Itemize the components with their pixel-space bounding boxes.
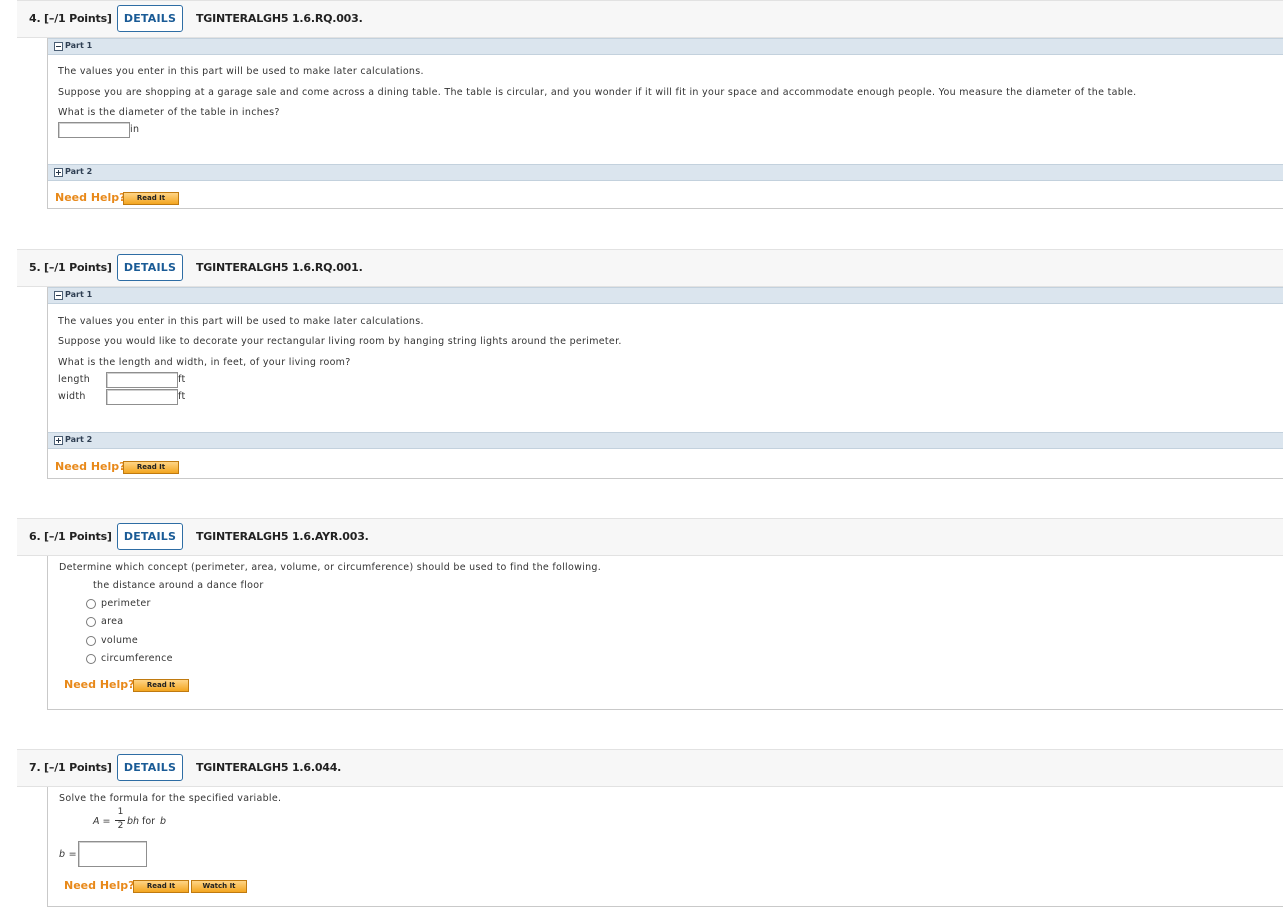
radio-button[interactable] bbox=[86, 599, 96, 609]
expand-icon[interactable] bbox=[54, 436, 63, 445]
instruction-text: The values you enter in this part will b… bbox=[58, 66, 424, 77]
question-number: 4. [–/1 Points] bbox=[29, 12, 112, 25]
question-text: What is the length and width, in feet, o… bbox=[58, 357, 351, 368]
details-button[interactable]: DETAILS bbox=[117, 254, 183, 281]
radio-button[interactable] bbox=[86, 617, 96, 627]
radio-button[interactable] bbox=[86, 636, 96, 646]
part-label: Part 2 bbox=[65, 167, 93, 176]
collapse-icon[interactable] bbox=[54, 291, 63, 300]
question-body: Determine which concept (perimeter, area… bbox=[47, 556, 1283, 710]
answer-input[interactable] bbox=[78, 841, 147, 867]
unit-label: ft bbox=[178, 374, 186, 385]
details-button[interactable]: DETAILS bbox=[117, 523, 183, 550]
read-it-button[interactable]: Read It bbox=[133, 880, 189, 893]
part-1-bar[interactable]: Part 1 bbox=[48, 287, 1283, 304]
question-code: TGINTERALGH5 1.6.RQ.001. bbox=[196, 261, 363, 274]
question-header: 6. [–/1 Points] DETAILS TGINTERALGH5 1.6… bbox=[17, 518, 1283, 556]
question-header: 4. [–/1 Points] DETAILS TGINTERALGH5 1.6… bbox=[17, 0, 1283, 38]
radio-button[interactable] bbox=[86, 654, 96, 664]
prompt-text: Solve the formula for the specified vari… bbox=[59, 793, 282, 804]
question-6: 6. [–/1 Points] DETAILS TGINTERALGH5 1.6… bbox=[17, 518, 1283, 710]
scenario-text: Suppose you would like to decorate your … bbox=[58, 336, 622, 347]
part-2-bar[interactable]: Part 2 bbox=[48, 164, 1283, 181]
question-header: 7. [–/1 Points] DETAILS TGINTERALGH5 1.6… bbox=[17, 749, 1283, 787]
question-text: What is the diameter of the table in inc… bbox=[58, 107, 280, 118]
part-1-bar[interactable]: Part 1 bbox=[48, 38, 1283, 55]
field-label-width: width bbox=[58, 391, 86, 402]
width-input[interactable] bbox=[106, 389, 178, 405]
collapse-icon[interactable] bbox=[54, 42, 63, 51]
formula-lhs: A = bbox=[93, 816, 111, 827]
question-7: 7. [–/1 Points] DETAILS TGINTERALGH5 1.6… bbox=[17, 749, 1283, 907]
scenario-text: Suppose you are shopping at a garage sal… bbox=[58, 87, 1137, 98]
question-5: 5. [–/1 Points] DETAILS TGINTERALGH5 1.6… bbox=[17, 249, 1283, 479]
read-it-button[interactable]: Read It bbox=[133, 679, 189, 692]
details-button[interactable]: DETAILS bbox=[117, 5, 183, 32]
question-body: Solve the formula for the specified vari… bbox=[47, 787, 1283, 907]
question-body: Part 1 The values you enter in this part… bbox=[47, 38, 1283, 209]
question-number: 6. [–/1 Points] bbox=[29, 530, 112, 543]
expand-icon[interactable] bbox=[54, 168, 63, 177]
need-help-label: Need Help? bbox=[55, 191, 126, 204]
read-it-button[interactable]: Read It bbox=[123, 192, 179, 205]
question-body: Part 1 The values you enter in this part… bbox=[47, 287, 1283, 479]
item-text: the distance around a dance floor bbox=[93, 580, 264, 591]
field-label-length: length bbox=[58, 374, 91, 385]
instruction-text: The values you enter in this part will b… bbox=[58, 316, 424, 327]
formula-for: for bbox=[142, 816, 156, 827]
fraction-numerator: 1 bbox=[117, 807, 124, 817]
need-help-label: Need Help? bbox=[64, 879, 135, 892]
length-input[interactable] bbox=[106, 372, 178, 388]
question-header: 5. [–/1 Points] DETAILS TGINTERALGH5 1.6… bbox=[17, 249, 1283, 287]
prompt-text: Determine which concept (perimeter, area… bbox=[59, 562, 602, 573]
question-number: 7. [–/1 Points] bbox=[29, 761, 112, 774]
formula-variable: b bbox=[160, 816, 167, 827]
need-help-label: Need Help? bbox=[55, 460, 126, 473]
diameter-input[interactable] bbox=[58, 122, 130, 138]
question-code: TGINTERALGH5 1.6.RQ.003. bbox=[196, 12, 363, 25]
read-it-button[interactable]: Read It bbox=[123, 461, 179, 474]
option-label: circumference bbox=[101, 653, 173, 664]
unit-label: in bbox=[130, 124, 140, 135]
question-4: 4. [–/1 Points] DETAILS TGINTERALGH5 1.6… bbox=[17, 0, 1283, 210]
fraction-denominator: 2 bbox=[117, 821, 124, 831]
formula-rhs: bh bbox=[127, 816, 140, 827]
answer-label: b = bbox=[59, 849, 77, 860]
option-label: area bbox=[101, 616, 124, 627]
option-label: perimeter bbox=[101, 598, 151, 609]
need-help-label: Need Help? bbox=[64, 678, 135, 691]
question-code: TGINTERALGH5 1.6.044. bbox=[196, 761, 342, 774]
watch-it-button[interactable]: Watch It bbox=[191, 880, 247, 893]
option-label: volume bbox=[101, 635, 138, 646]
details-button[interactable]: DETAILS bbox=[117, 754, 183, 781]
part-label: Part 1 bbox=[65, 290, 93, 299]
part-label: Part 1 bbox=[65, 41, 93, 50]
formula: A = 1 2 bh for b bbox=[93, 807, 213, 833]
unit-label: ft bbox=[178, 391, 186, 402]
question-code: TGINTERALGH5 1.6.AYR.003. bbox=[196, 530, 369, 543]
question-number: 5. [–/1 Points] bbox=[29, 261, 112, 274]
part-2-bar[interactable]: Part 2 bbox=[48, 432, 1283, 449]
part-label: Part 2 bbox=[65, 435, 93, 444]
